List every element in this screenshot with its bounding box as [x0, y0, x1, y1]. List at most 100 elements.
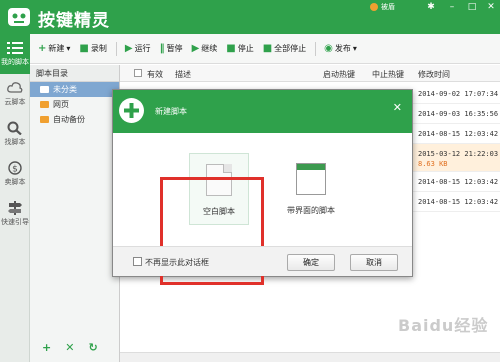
toolbar-divider: [115, 41, 117, 56]
stop-label: 停止: [237, 44, 254, 53]
file-size: 8.63 KB: [418, 160, 448, 168]
toolbar-divider: [315, 41, 317, 56]
nav-label: 我的脚本: [1, 58, 29, 66]
modified-time: 2014-08-15 12:03:42: [418, 130, 499, 138]
table-header: 有效 描述 启动热键 中止热键 修改时间: [120, 65, 500, 82]
new-script-dialog: 新建脚本 ✕ 空白脚本 带界面的脚本 不再显示此对话框 确定 取消: [112, 89, 413, 285]
maximize-icon[interactable]: □: [466, 1, 478, 13]
nav-cloud-scripts[interactable]: 云脚本: [0, 74, 30, 114]
cloud-icon: [7, 82, 23, 93]
column-description[interactable]: 描述: [175, 69, 191, 80]
resume-label: 继续: [201, 44, 218, 53]
dollar-icon: $: [8, 161, 22, 175]
stop-icon: ■: [226, 43, 236, 54]
modified-time: 2015-03-12 21:22:03: [418, 150, 499, 158]
title-bar: 按键精灵 被盾 ✱ – □ ✕: [0, 0, 500, 34]
add-folder-icon[interactable]: +: [42, 341, 51, 354]
dont-show-label[interactable]: 不再显示此对话框: [145, 257, 209, 268]
directory-item-label: 网页: [53, 100, 69, 109]
dialog-title-bar: 新建脚本 ✕: [113, 90, 412, 133]
pause-label: 暂停: [166, 44, 183, 53]
dialog-footer: 不再显示此对话框 确定 取消: [113, 246, 412, 276]
run-button[interactable]: ▶ 运行: [125, 43, 151, 54]
minimize-icon[interactable]: –: [446, 1, 458, 13]
dont-show-checkbox[interactable]: [133, 257, 142, 266]
folder-icon: [40, 116, 49, 123]
dialog-title: 新建脚本: [155, 107, 187, 116]
nav-label: 卖脚本: [4, 178, 26, 186]
refresh-icon[interactable]: ↻: [88, 341, 97, 354]
close-icon[interactable]: ✕: [485, 1, 497, 13]
plus-icon: +: [38, 43, 47, 54]
avatar: [370, 3, 378, 11]
folder-icon: [40, 101, 49, 108]
publish-label: 发布: [334, 44, 351, 53]
status-bar: [120, 352, 500, 362]
select-all-checkbox[interactable]: [134, 69, 142, 77]
run-label: 运行: [134, 44, 151, 53]
app-title: 按键精灵: [38, 11, 110, 31]
modified-time: 2014-08-15 12:03:42: [418, 178, 499, 186]
play-icon: ▶: [124, 43, 133, 54]
folder-icon: [40, 86, 49, 93]
close-icon[interactable]: ✕: [393, 101, 402, 114]
toolbar: + 新建 ▾ ■ 录制 ▶ 运行 ‖ 暂停 ▶ 继续 ■ 停止 ■ 全部停止 ◉…: [30, 34, 500, 64]
user-label: 被盾: [381, 3, 395, 11]
script-directory-panel: 脚本目录 未分类 网页 自动备份 + ✕ ↻: [30, 65, 120, 362]
stop-button[interactable]: ■ 停止: [226, 43, 253, 54]
new-button[interactable]: + 新建 ▾: [38, 43, 70, 54]
stop-all-button[interactable]: ■ 全部停止: [263, 43, 306, 54]
nav-my-scripts[interactable]: 我的脚本: [0, 34, 30, 74]
publish-button[interactable]: ◉ 发布 ▾: [324, 43, 357, 54]
column-stop-hotkey[interactable]: 中止热键: [372, 69, 404, 80]
app-logo-icon: [8, 8, 30, 26]
nav-label: 快速引导: [1, 218, 29, 226]
ok-button[interactable]: 确定: [287, 254, 335, 271]
search-icon: [7, 121, 22, 135]
signpost-icon: [8, 201, 22, 215]
ui-script-option[interactable]: 带界面的脚本: [281, 153, 341, 225]
list-icon: [7, 42, 23, 54]
nav-label: 找脚本: [4, 138, 26, 146]
cancel-button[interactable]: 取消: [350, 254, 398, 271]
stop-all-label: 全部停止: [274, 44, 307, 53]
column-valid[interactable]: 有效: [147, 69, 163, 80]
directory-item-label: 自动备份: [53, 115, 85, 124]
gear-icon[interactable]: ✱: [425, 1, 437, 13]
camera-icon: ■: [79, 43, 89, 54]
directory-header: 脚本目录: [30, 65, 119, 82]
record-label: 录制: [90, 44, 107, 53]
nav-label: 云脚本: [4, 98, 26, 106]
directory-item-web[interactable]: 网页: [30, 97, 119, 112]
user-menu[interactable]: 被盾: [370, 0, 395, 14]
directory-actions: + ✕ ↻: [30, 341, 120, 354]
ui-script-label: 带界面的脚本: [287, 206, 335, 215]
pause-icon: ‖: [159, 43, 165, 54]
record-button[interactable]: ■ 录制: [79, 43, 106, 54]
column-modified-time[interactable]: 修改时间: [418, 69, 450, 80]
nav-find-scripts[interactable]: 找脚本: [0, 114, 30, 154]
nav-quick-guide[interactable]: 快速引导: [0, 194, 30, 234]
chevron-down-icon: ▾: [66, 44, 71, 53]
chevron-down-icon: ▾: [352, 44, 357, 53]
directory-item-uncategorized[interactable]: 未分类: [30, 82, 119, 97]
left-nav: 我的脚本 云脚本 找脚本 $ 卖脚本 快速引导: [0, 34, 30, 362]
svg-text:$: $: [12, 165, 18, 175]
directory-item-backup[interactable]: 自动备份: [30, 112, 119, 127]
resume-icon: ▶: [191, 43, 200, 54]
dialog-body: 空白脚本 带界面的脚本: [113, 133, 412, 285]
stop-all-icon: ■: [262, 43, 273, 54]
directory-item-label: 未分类: [53, 85, 77, 94]
modified-time: 2014-09-02 17:07:34: [418, 90, 499, 98]
modified-time: 2014-08-15 12:03:42: [418, 198, 499, 206]
window-ui-icon: [296, 163, 326, 195]
modified-time: 2014-09-03 16:35:56: [418, 110, 499, 118]
column-start-hotkey[interactable]: 启动热键: [323, 69, 355, 80]
resume-button[interactable]: ▶ 继续: [192, 43, 218, 54]
new-label: 新建: [48, 44, 65, 53]
nav-sell-scripts[interactable]: $ 卖脚本: [0, 154, 30, 194]
watermark: Baidu经验: [398, 316, 489, 335]
delete-folder-icon[interactable]: ✕: [65, 341, 74, 354]
publish-icon: ◉: [324, 43, 333, 54]
pause-button[interactable]: ‖ 暂停: [160, 43, 183, 54]
